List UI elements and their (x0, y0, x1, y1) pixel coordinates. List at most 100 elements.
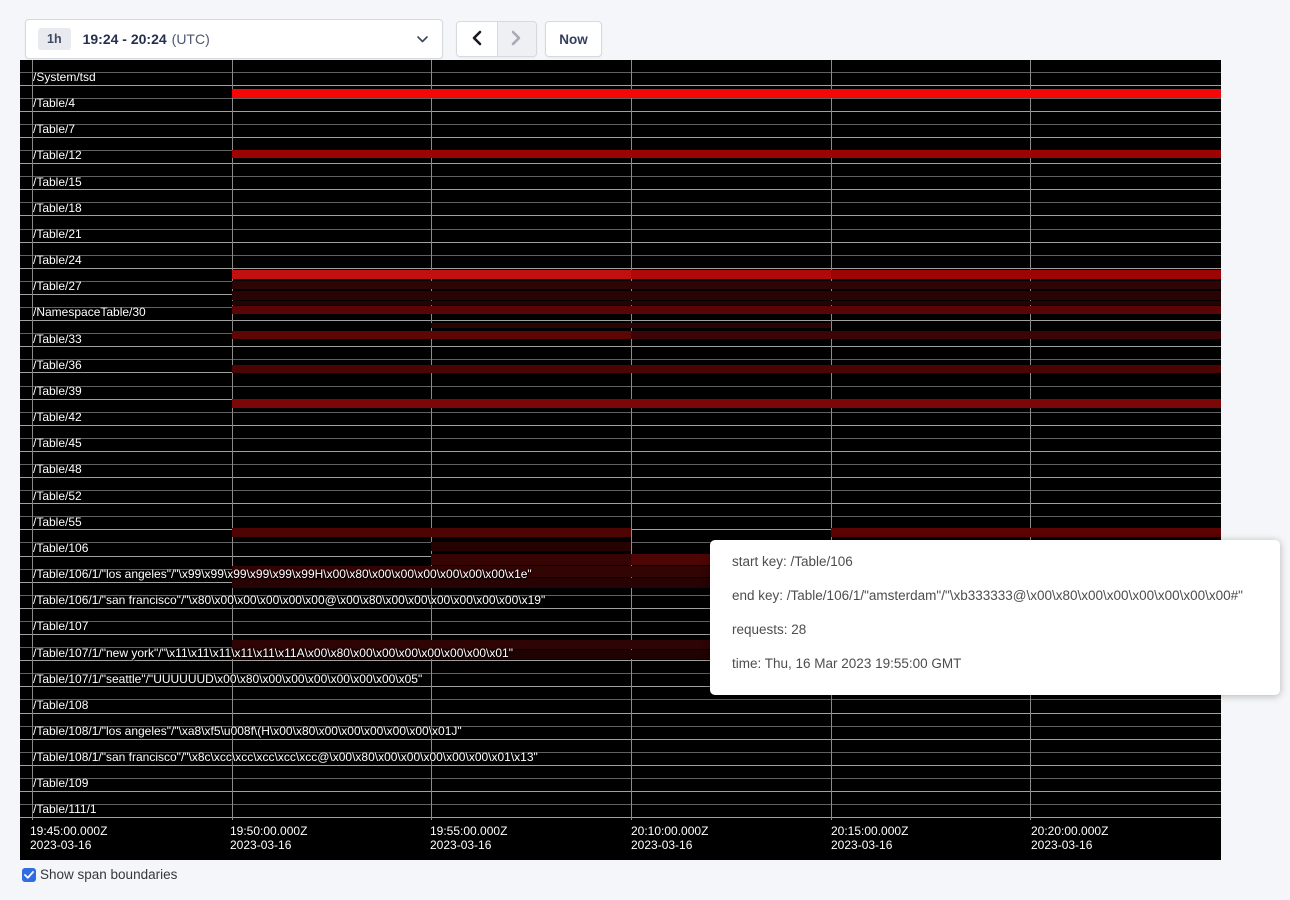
heat-band (232, 281, 1221, 290)
heat-band (232, 301, 1221, 305)
grid-hline (20, 72, 1221, 73)
grid-hline (20, 804, 1221, 805)
row-label: /Table/39 (33, 385, 82, 398)
tick-date: 2023-03-16 (831, 838, 908, 852)
tick-time: 20:20:00.000Z (1031, 824, 1108, 838)
row-label: /Table/106 (33, 542, 88, 555)
tick-date: 2023-03-16 (230, 838, 307, 852)
time-axis-tick: 19:45:00.000Z2023-03-16 (30, 824, 107, 852)
heat-band (232, 528, 631, 537)
heat-band (232, 89, 1221, 98)
time-axis-tick: 20:15:00.000Z2023-03-16 (831, 824, 908, 852)
grid-hline (20, 817, 1221, 818)
row-label: /Table/48 (33, 463, 82, 476)
row-label: /Table/106/1/"san francisco"/"\x80\x00\x… (33, 594, 545, 607)
grid-hline (20, 516, 1221, 517)
grid-hline (20, 503, 1221, 504)
grid-vline (232, 60, 233, 820)
grid-hline (20, 346, 1221, 347)
tooltip-end-key: end key: /Table/106/1/"amsterdam"/"\xb33… (732, 589, 1270, 603)
grid-hline (20, 202, 1221, 203)
grid-vline (431, 60, 432, 820)
tick-date: 2023-03-16 (430, 838, 507, 852)
tick-time: 19:50:00.000Z (230, 824, 307, 838)
row-label: /Table/42 (33, 411, 82, 424)
grid-hline (20, 412, 1221, 413)
heat-band (431, 554, 631, 565)
tick-date: 2023-03-16 (1031, 838, 1108, 852)
grid-vline (1030, 60, 1031, 820)
tick-time: 19:55:00.000Z (430, 824, 507, 838)
prev-interval-button[interactable] (457, 22, 497, 56)
grid-hline (20, 386, 1221, 387)
grid-hline (20, 739, 1221, 740)
row-label: /Table/36 (33, 359, 82, 372)
heat-band (631, 270, 831, 279)
grid-hline (20, 137, 1221, 138)
grid-hline (20, 765, 1221, 766)
row-label: /Table/108/1/"san francisco"/"\x8c\xcc\x… (33, 751, 538, 764)
time-nav-group (456, 21, 537, 57)
show-span-boundaries-toggle[interactable]: Show span boundaries (22, 867, 177, 882)
checkbox-label: Show span boundaries (40, 867, 177, 882)
row-label: /System/tsd (33, 71, 96, 84)
row-label: /Table/108 (33, 699, 88, 712)
chevron-down-icon (417, 36, 428, 43)
grid-hline (20, 464, 1221, 465)
row-label: /Table/18 (33, 202, 82, 215)
row-label: /Table/55 (33, 516, 82, 529)
checkbox-checked-icon[interactable] (22, 868, 36, 882)
grid-hline (20, 713, 1221, 714)
tooltip: start key: /Table/106 end key: /Table/10… (710, 540, 1280, 695)
row-label: /Table/111/1 (33, 803, 97, 816)
grid-hline (20, 320, 1221, 321)
row-label: /Table/106/1/"los angeles"/"\x99\x99\x99… (33, 568, 532, 581)
heat-band (431, 542, 631, 551)
time-range-label: 19:24 - 20:24 (83, 31, 167, 47)
grid-hline (20, 699, 1221, 700)
time-axis-tick: 19:50:00.000Z2023-03-16 (230, 824, 307, 852)
heat-band (232, 399, 1221, 408)
key-visualizer-heatmap[interactable]: /System/tsd/Table/4/Table/7/Table/12/Tab… (20, 60, 1221, 860)
grid-hline (20, 359, 1221, 360)
time-axis-tick: 19:55:00.000Z2023-03-16 (430, 824, 507, 852)
next-interval-button-disabled[interactable] (497, 22, 537, 56)
grid-hline (20, 189, 1221, 190)
key-visualizer-page: 1h 19:24 - 20:24 (UTC) Now /System/tsd/T… (0, 0, 1290, 900)
grid-hline (20, 111, 1221, 112)
tooltip-start-key: start key: /Table/106 (732, 555, 1270, 569)
heat-band (831, 528, 1221, 537)
row-label: /Table/33 (33, 333, 82, 346)
grid-hline (20, 791, 1221, 792)
tick-date: 2023-03-16 (631, 838, 708, 852)
heat-band (831, 270, 1221, 279)
heat-band (232, 291, 1221, 300)
time-axis-tick: 20:10:00.000Z2023-03-16 (631, 824, 708, 852)
grid-hline (20, 778, 1221, 779)
row-label: /Table/15 (33, 176, 82, 189)
heat-band (232, 270, 631, 279)
tick-date: 2023-03-16 (30, 838, 107, 852)
grid-hline (20, 255, 1221, 256)
grid-hline (20, 229, 1221, 230)
tick-time: 20:15:00.000Z (831, 824, 908, 838)
row-label: /Table/107/1/"new york"/"\x11\x11\x11\x1… (33, 647, 513, 660)
grid-hline (20, 215, 1221, 216)
time-axis-tick: 20:20:00.000Z2023-03-16 (1031, 824, 1108, 852)
grid-hline (20, 85, 1221, 86)
grid-hline (20, 124, 1221, 125)
row-label: /Table/7 (33, 123, 75, 136)
grid-hline (20, 490, 1221, 491)
row-label: /Table/21 (33, 228, 82, 241)
heat-band (232, 365, 1221, 373)
row-label: /Table/107 (33, 620, 88, 633)
grid-hline (20, 242, 1221, 243)
grid-hline (20, 163, 1221, 164)
heat-band (232, 331, 631, 339)
grid-hline (20, 176, 1221, 177)
now-button[interactable]: Now (545, 21, 602, 57)
time-range-select[interactable]: 1h 19:24 - 20:24 (UTC) (25, 19, 443, 59)
time-window-badge: 1h (38, 28, 71, 50)
grid-hline (20, 477, 1221, 478)
tooltip-time: time: Thu, 16 Mar 2023 19:55:00 GMT (732, 657, 1270, 671)
